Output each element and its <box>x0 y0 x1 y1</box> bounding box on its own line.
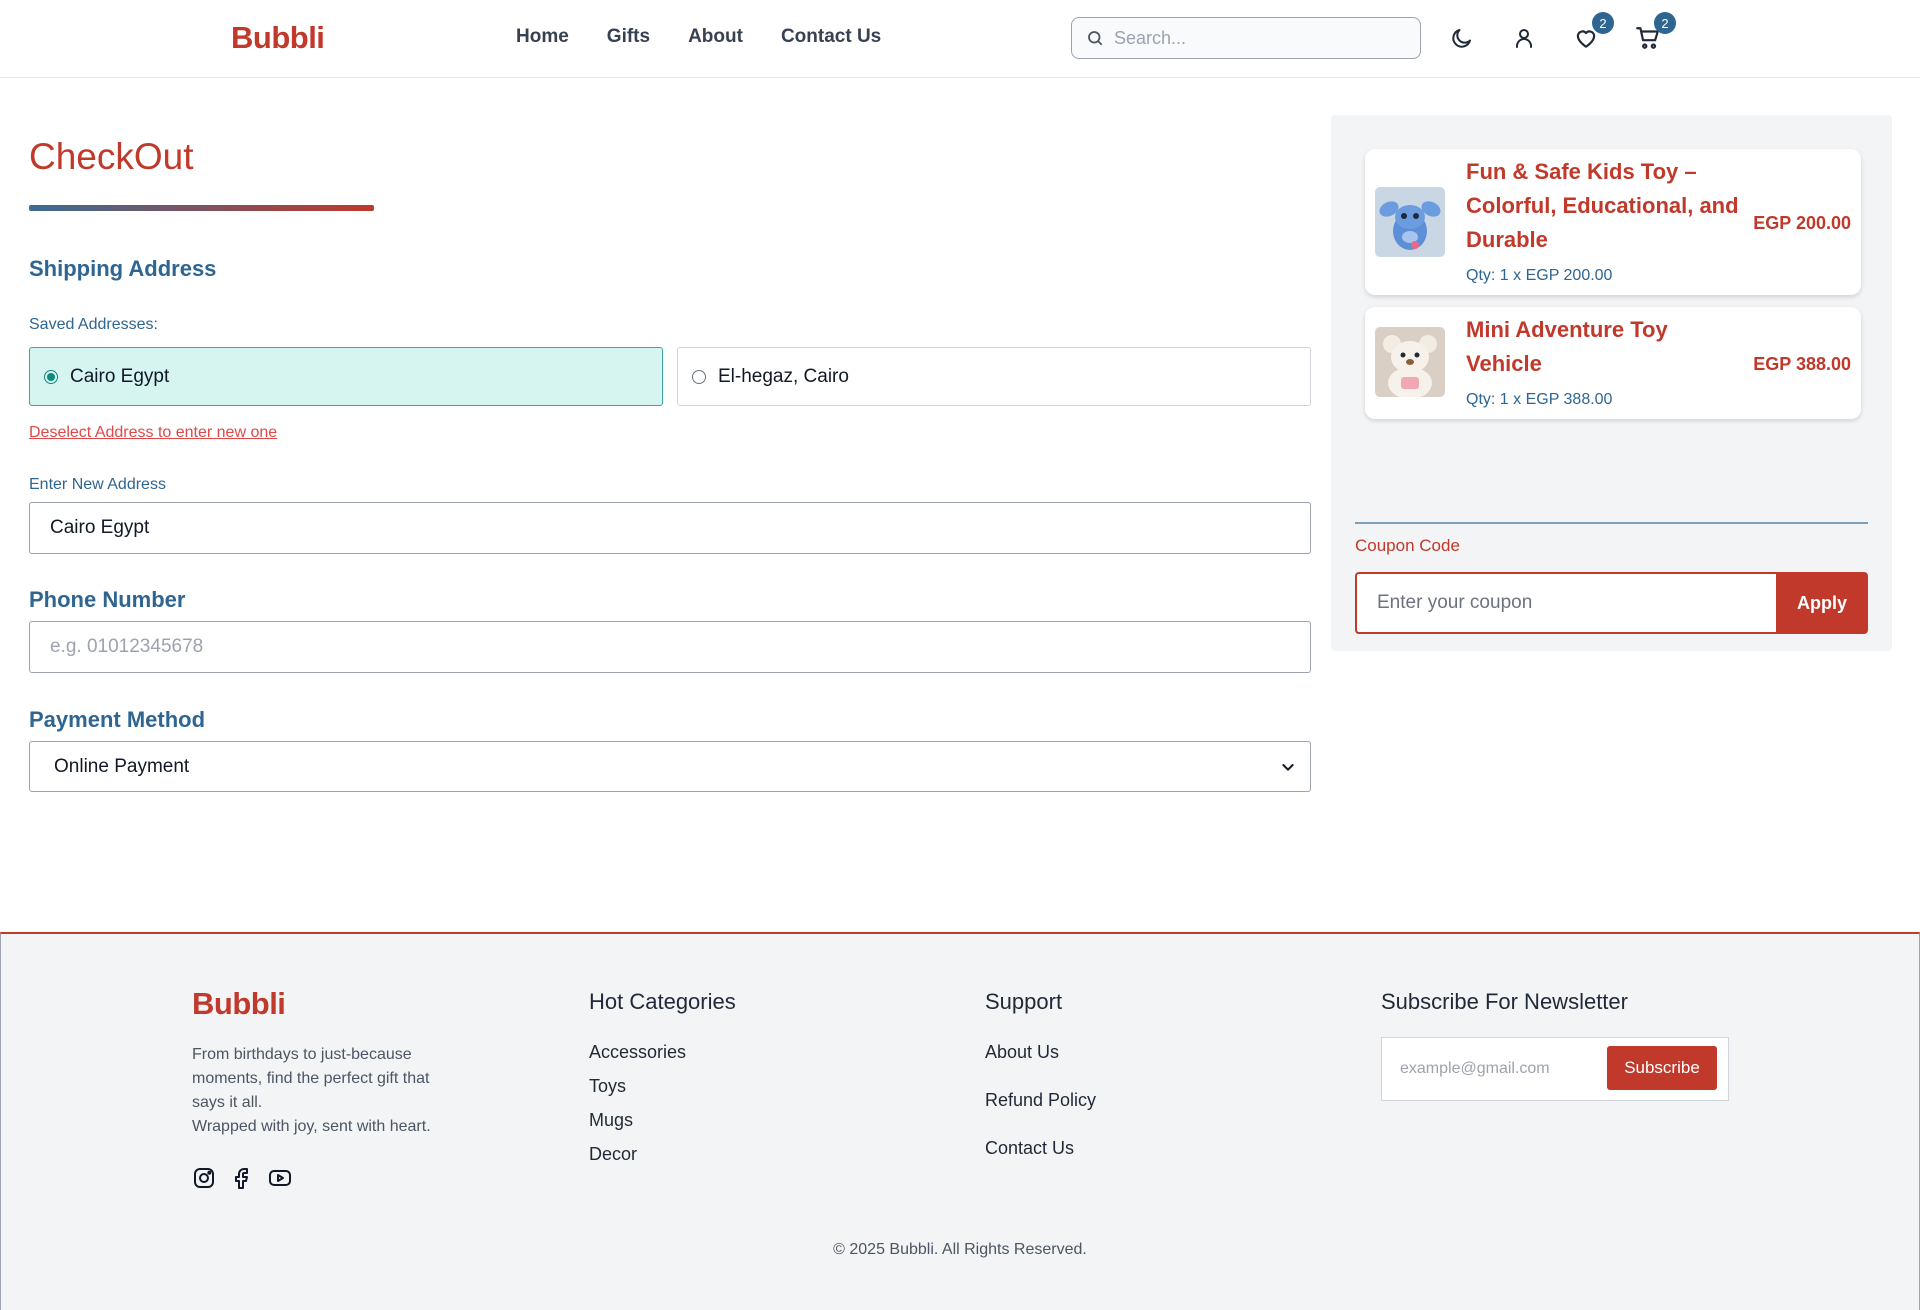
cart-count-badge: 2 <box>1654 12 1676 34</box>
cart-button[interactable]: 2 <box>1634 12 1676 52</box>
newsletter-form: Subscribe <box>1381 1037 1729 1101</box>
search-input[interactable] <box>1114 27 1404 49</box>
wishlist-button[interactable]: 2 <box>1572 12 1614 52</box>
product-name[interactable]: Fun & Safe Kids Toy – Colorful, Educatio… <box>1466 155 1739 257</box>
phone-number-heading: Phone Number <box>29 587 186 612</box>
phone-number-input[interactable] <box>29 621 1311 673</box>
coupon-form: Apply <box>1355 572 1868 634</box>
divider <box>1355 522 1868 524</box>
instagram-link[interactable] <box>192 1166 216 1195</box>
shipping-address-heading: Shipping Address <box>29 256 217 281</box>
newsletter-email-input[interactable] <box>1400 1060 1600 1078</box>
new-address-input[interactable] <box>29 502 1311 554</box>
apply-coupon-button[interactable]: Apply <box>1776 572 1868 634</box>
search-icon <box>1088 31 1103 46</box>
cart-item: Mini Adventure Toy Vehicle Qty: 1 x EGP … <box>1365 307 1861 419</box>
category-link-decor[interactable]: Decor <box>589 1144 686 1165</box>
site-logo[interactable]: Bubbli <box>231 20 325 56</box>
product-name[interactable]: Mini Adventure Toy Vehicle <box>1466 313 1668 381</box>
moon-icon <box>1452 29 1471 48</box>
user-icon <box>1516 29 1532 48</box>
category-link-toys[interactable]: Toys <box>589 1076 686 1097</box>
subscribe-button[interactable]: Subscribe <box>1607 1046 1717 1090</box>
account-button[interactable] <box>1510 24 1538 52</box>
facebook-link[interactable] <box>230 1166 254 1195</box>
saved-address-label: El-hegaz, Cairo <box>718 365 849 387</box>
footer-logo[interactable]: Bubbli <box>192 986 286 1022</box>
social-links <box>192 1166 292 1195</box>
coupon-code-label: Coupon Code <box>1355 536 1460 555</box>
deselect-address-link[interactable]: Deselect Address to enter new one <box>29 424 277 442</box>
support-list: About Us Refund Policy Contact Us <box>985 1042 1096 1159</box>
title-underline <box>29 205 374 211</box>
saved-address-label: Cairo Egypt <box>70 365 170 387</box>
site-footer: Bubbli From birthdays to just-because mo… <box>0 932 1920 1310</box>
product-price: EGP 200.00 <box>1753 213 1851 233</box>
nav-gifts[interactable]: Gifts <box>607 26 650 48</box>
youtube-link[interactable] <box>268 1166 292 1195</box>
saved-address-option-2[interactable]: El-hegaz, Cairo <box>677 347 1311 406</box>
product-image <box>1375 187 1445 257</box>
category-link-mugs[interactable]: Mugs <box>589 1110 686 1131</box>
instagram-icon <box>194 1168 214 1188</box>
site-header: Bubbli Home Gifts About Contact Us 2 2 <box>0 0 1920 78</box>
cart-item: Fun & Safe Kids Toy – Colorful, Educatio… <box>1365 149 1861 295</box>
theme-toggle-button[interactable] <box>1448 24 1476 52</box>
support-link-refund[interactable]: Refund Policy <box>985 1090 1096 1111</box>
saved-addresses-label: Saved Addresses: <box>29 316 158 333</box>
order-summary: Fun & Safe Kids Toy – Colorful, Educatio… <box>1331 115 1892 651</box>
product-qty: Qty: 1 x EGP 388.00 <box>1466 391 1613 408</box>
wishlist-count-badge: 2 <box>1592 12 1614 34</box>
chevron-down-icon <box>1282 763 1294 771</box>
copyright-text: © 2025 Bubbli. All Rights Reserved. <box>833 1241 1087 1258</box>
category-link-accessories[interactable]: Accessories <box>589 1042 686 1063</box>
nav-contact[interactable]: Contact Us <box>781 26 881 48</box>
categories-list: Accessories Toys Mugs Decor <box>589 1042 686 1165</box>
product-image <box>1375 327 1445 397</box>
search-box[interactable] <box>1071 17 1421 59</box>
main-nav: Home Gifts About Contact Us <box>516 26 881 48</box>
nav-home[interactable]: Home <box>516 26 569 48</box>
support-link-about[interactable]: About Us <box>985 1042 1096 1063</box>
product-price: EGP 388.00 <box>1753 354 1851 374</box>
payment-method-heading: Payment Method <box>29 707 206 732</box>
saved-address-option-1[interactable]: Cairo Egypt <box>29 347 663 406</box>
radio-unselected[interactable] <box>692 369 706 384</box>
footer-description: From birthdays to just-because moments, … <box>192 1046 431 1135</box>
coupon-input[interactable] <box>1355 572 1776 634</box>
support-heading: Support <box>985 989 1063 1014</box>
page-title: CheckOut <box>29 136 194 177</box>
payment-method-select[interactable]: Online Payment <box>29 741 1311 792</box>
product-qty: Qty: 1 x EGP 200.00 <box>1466 267 1613 284</box>
new-address-label: Enter New Address <box>29 476 166 493</box>
radio-selected[interactable] <box>44 369 58 384</box>
facebook-icon <box>235 1168 248 1189</box>
hot-categories-heading: Hot Categories <box>589 989 736 1014</box>
support-link-contact[interactable]: Contact Us <box>985 1138 1096 1159</box>
newsletter-heading: Subscribe For Newsletter <box>1381 989 1628 1014</box>
nav-about[interactable]: About <box>688 26 743 48</box>
youtube-icon <box>269 1170 291 1186</box>
payment-method-value: Online Payment <box>54 755 190 777</box>
